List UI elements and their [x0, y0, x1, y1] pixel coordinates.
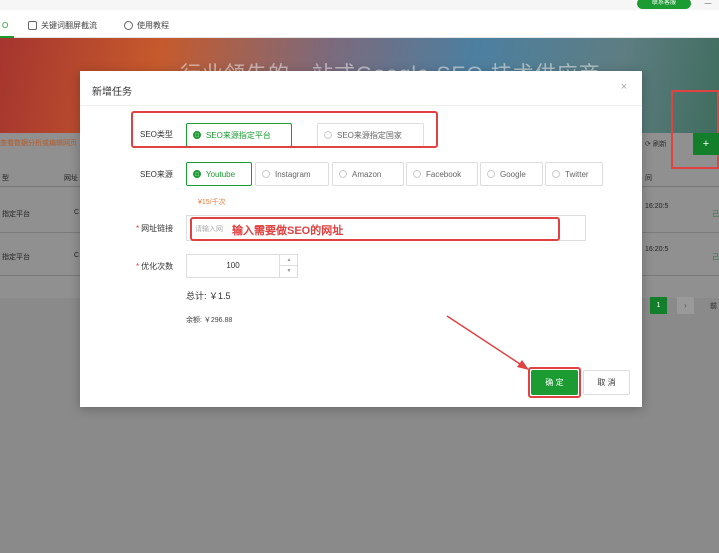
annotation-arrow-icon [446, 315, 529, 370]
